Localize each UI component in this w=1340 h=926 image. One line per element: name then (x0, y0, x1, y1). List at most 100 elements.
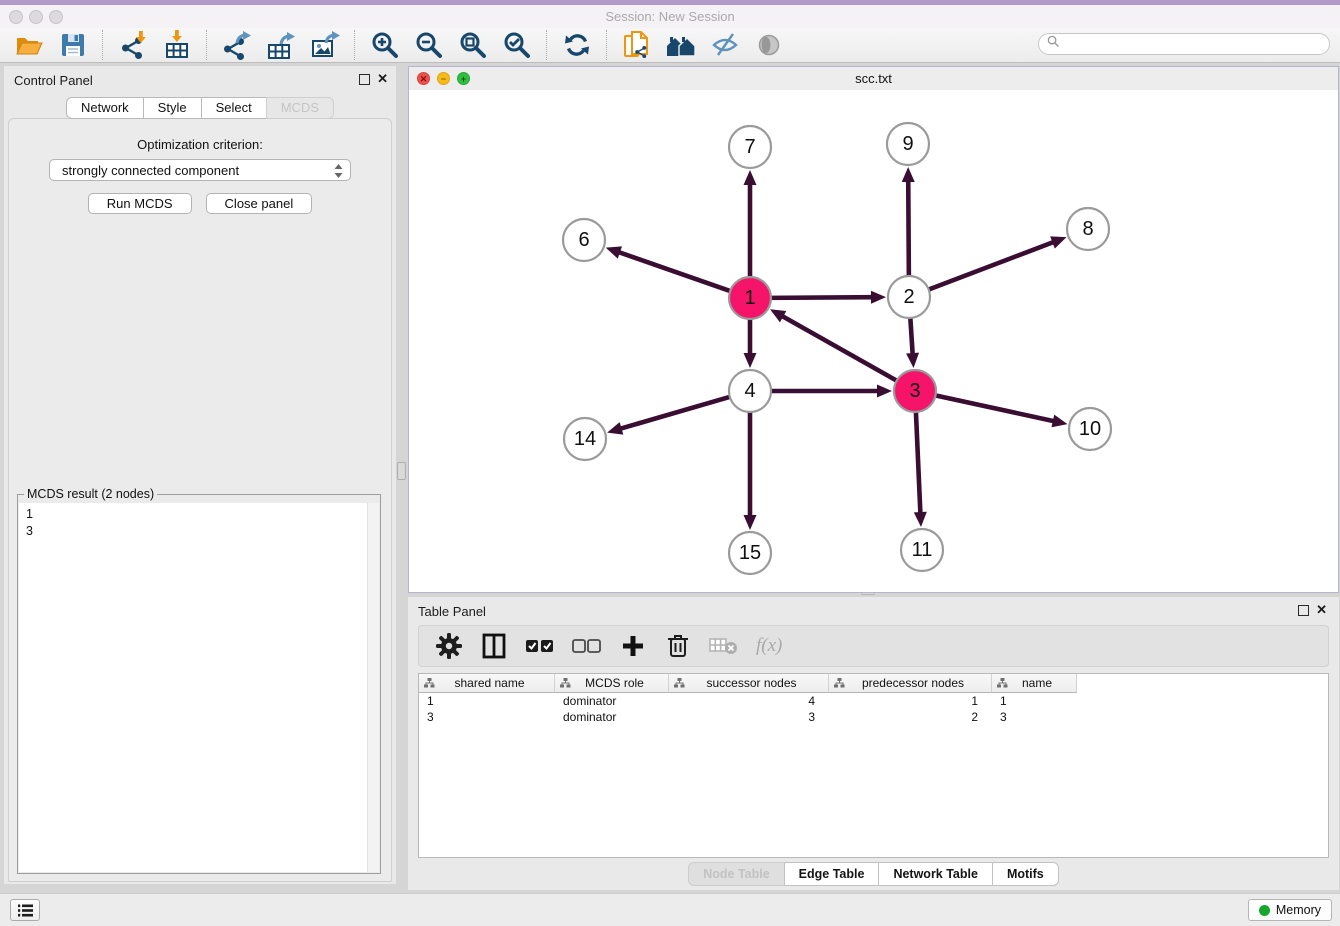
mcds-panel: Optimization criterion: strongly connect… (8, 118, 392, 882)
select-all-checkboxes-icon[interactable] (525, 638, 555, 654)
column-header-shared-name[interactable]: shared name (419, 674, 555, 693)
tab-motifs[interactable]: Motifs (992, 862, 1059, 886)
edge-4-14[interactable] (620, 396, 732, 429)
node-label-11: 11 (912, 539, 933, 561)
gear-icon[interactable] (435, 632, 463, 660)
edge-1-6[interactable] (618, 252, 732, 292)
control-panel-tabs: NetworkStyleSelectMCDS (4, 97, 396, 119)
network-view-window: ✕ − + scc.txt 7968124314101511 (408, 66, 1339, 593)
hide-eye-icon[interactable] (710, 30, 740, 60)
network-window-titlebar: ✕ − + scc.txt (409, 67, 1338, 91)
table-header-row: shared nameMCDS rolesuccessor nodesprede… (419, 674, 1328, 693)
node-label-4: 4 (744, 380, 755, 402)
table-row[interactable]: 3dominator323 (419, 709, 1328, 725)
delete-row-icon[interactable] (664, 632, 692, 660)
node-label-2: 2 (903, 286, 914, 308)
search-input[interactable] (1064, 36, 1329, 52)
table-cell: 3 (419, 709, 555, 725)
tab-edge-table[interactable]: Edge Table (784, 862, 879, 886)
tab-select[interactable]: Select (201, 97, 266, 119)
open-session-icon[interactable] (14, 30, 44, 60)
network-canvas[interactable]: 7968124314101511 (409, 90, 1338, 592)
split-columns-icon[interactable] (480, 632, 508, 660)
column-header-MCDS-role[interactable]: MCDS role (555, 674, 669, 693)
column-header-name[interactable]: name (992, 674, 1077, 693)
float-table-panel-icon[interactable] (1298, 605, 1309, 616)
tab-network[interactable]: Network (66, 97, 143, 119)
tab-node-table[interactable]: Node Table (688, 862, 783, 886)
edge-arrowhead (1050, 236, 1066, 248)
edge-arrowhead (902, 167, 915, 182)
mcds-result-group: MCDS result (2 nodes) 13 (17, 494, 381, 874)
import-network-icon[interactable] (118, 30, 148, 60)
node-label-15: 15 (739, 542, 761, 564)
edge-arrowhead (744, 170, 757, 185)
edge-arrowhead (606, 246, 622, 258)
tab-style[interactable]: Style (143, 97, 201, 119)
memory-button[interactable]: Memory (1248, 899, 1332, 921)
control-panel-title: Control Panel (14, 73, 93, 88)
fx-icon: f(x) (756, 635, 782, 657)
home-icon[interactable] (666, 30, 696, 60)
criterion-dropdown[interactable]: strongly connected component (49, 159, 351, 181)
mcds-result-list[interactable]: 13 (19, 503, 379, 872)
add-row-icon[interactable] (619, 632, 647, 660)
optimization-criterion-label: Optimization criterion: (9, 137, 391, 152)
edge-arrowhead (1051, 415, 1067, 428)
memory-label: Memory (1276, 903, 1321, 917)
table-row[interactable]: 1dominator411 (419, 693, 1328, 709)
node-label-8: 8 (1082, 218, 1093, 240)
export-image-icon[interactable] (310, 30, 340, 60)
tab-network-table[interactable]: Network Table (878, 862, 992, 886)
dropdown-arrows-icon (333, 162, 344, 183)
table-cell: 1 (829, 693, 992, 709)
node-label-7: 7 (744, 136, 755, 158)
node-label-9: 9 (902, 133, 913, 155)
edge-arrowhead (871, 291, 886, 304)
edge-arrowhead (906, 353, 919, 368)
sphere-icon[interactable] (754, 30, 784, 60)
edge-1-2[interactable] (769, 297, 873, 298)
close-panel-button[interactable]: Close panel (206, 193, 313, 214)
deselect-all-checkboxes-icon[interactable] (572, 638, 602, 654)
clone-network-icon[interactable] (622, 30, 652, 60)
float-panel-icon[interactable] (359, 74, 370, 85)
edge-3-11[interactable] (916, 410, 921, 514)
tab-mcds[interactable]: MCDS (266, 97, 334, 119)
search-box[interactable] (1038, 33, 1330, 55)
edge-2-3[interactable] (910, 316, 912, 355)
edge-arrowhead (744, 353, 757, 368)
result-scrollbar[interactable] (367, 503, 379, 872)
table-panel-title: Table Panel (418, 604, 486, 619)
vertical-splitter-grip[interactable] (397, 462, 406, 480)
main-toolbar (0, 28, 1340, 63)
node-label-6: 6 (578, 229, 589, 251)
table-cell: 1 (419, 693, 555, 709)
table-cell: 4 (669, 693, 829, 709)
edge-3-10[interactable] (934, 395, 1055, 421)
zoom-fit-icon[interactable] (458, 30, 488, 60)
edge-2-9[interactable] (908, 180, 909, 278)
save-session-icon[interactable] (58, 30, 88, 60)
task-history-button[interactable] (10, 899, 40, 921)
export-table-icon[interactable] (266, 30, 296, 60)
column-header-successor-nodes[interactable]: successor nodes (669, 674, 829, 693)
edge-2-8[interactable] (927, 242, 1055, 290)
criterion-value: strongly connected component (62, 163, 239, 178)
table-cell: 1 (992, 693, 1077, 709)
table-cell: dominator (555, 709, 669, 725)
close-panel-icon[interactable]: ✕ (377, 71, 388, 87)
export-network-icon[interactable] (222, 30, 252, 60)
close-table-panel-icon[interactable]: ✕ (1316, 602, 1327, 618)
zoom-out-icon[interactable] (414, 30, 444, 60)
node-table: shared nameMCDS rolesuccessor nodesprede… (418, 673, 1329, 858)
list-icon (18, 904, 33, 917)
zoom-in-icon[interactable] (370, 30, 400, 60)
edge-3-1[interactable] (781, 316, 898, 382)
run-mcds-button[interactable]: Run MCDS (88, 193, 192, 214)
column-header-predecessor-nodes[interactable]: predecessor nodes (829, 674, 992, 693)
zoom-selected-icon[interactable] (502, 30, 532, 60)
node-label-1: 1 (744, 287, 755, 309)
refresh-icon[interactable] (562, 30, 592, 60)
import-table-icon[interactable] (162, 30, 192, 60)
